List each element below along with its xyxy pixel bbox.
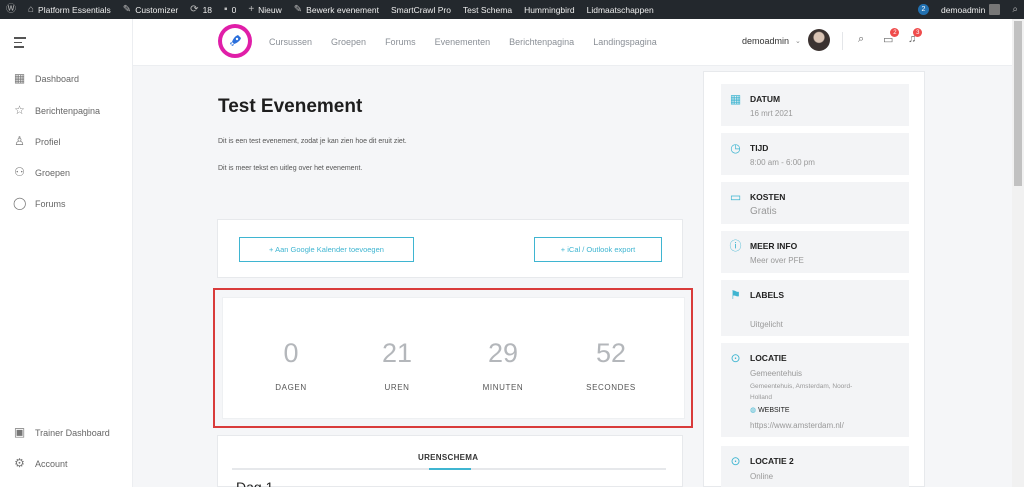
- scrollbar-thumb[interactable]: [1014, 21, 1022, 186]
- website-label: ◍ WEBSITE: [750, 407, 790, 414]
- user-icon: ♙: [14, 134, 25, 148]
- main-navigation: Cursussen Groepen Forums Evenementen Ber…: [269, 37, 657, 47]
- nav-evenementen[interactable]: Evenementen: [435, 37, 491, 47]
- countdown-days: 0 DAGEN: [275, 338, 307, 392]
- avatar: [989, 4, 1001, 15]
- sidebar-item-groepen[interactable]: ⚇ Groepen: [13, 166, 70, 179]
- globe-icon: ◍: [750, 407, 757, 414]
- home-icon: ⌂: [28, 3, 35, 15]
- bookmark-icon: ⚑: [730, 288, 741, 302]
- memberships-link[interactable]: Lidmaatschappen: [581, 0, 660, 19]
- updates-link[interactable]: ⟳ 18: [184, 0, 218, 19]
- user-menu[interactable]: demoadmin ⌄: [742, 36, 801, 46]
- header-divider: [842, 32, 843, 50]
- wordpress-icon: Ⓦ: [6, 3, 16, 15]
- customizer-link[interactable]: ✎ Customizer: [117, 0, 184, 19]
- tab-urenschema[interactable]: URENSCHEMA: [418, 453, 478, 462]
- sidebar-item-trainer-dashboard[interactable]: ▣ Trainer Dashboard: [13, 426, 110, 439]
- groups-icon: ⚇: [14, 165, 25, 179]
- calendar-export-card: + Aan Google Kalender toevoegen + iCal /…: [217, 219, 683, 278]
- nav-berichtenpagina[interactable]: Berichtenpagina: [509, 37, 574, 47]
- countdown-seconds: 52 SECONDES: [586, 338, 636, 392]
- sidebar-item-berichtenpagina[interactable]: ☆ Berichtenpagina: [13, 104, 100, 117]
- countdown-minutes: 29 MINUTEN: [482, 338, 524, 392]
- sidebar-item-forums[interactable]: ◯ Forums: [13, 197, 66, 210]
- detail-meer-info: ⓘ MEER INFO Meer over PFE: [721, 231, 909, 273]
- admin-search-button[interactable]: ⌕: [1006, 0, 1024, 19]
- dashboard-icon: ▦: [13, 71, 26, 85]
- countdown-highlight: 0 DAGEN 21 UREN 29 MINUTEN 52 SECONDES: [213, 288, 693, 428]
- account-menu[interactable]: demoadmin: [935, 0, 1006, 19]
- brush-icon: ✎: [122, 3, 132, 15]
- detail-kosten: ▭ KOSTEN Gratis: [721, 182, 909, 224]
- detail-locatie: ⊙ LOCATIE Gemeentehuis Gemeentehuis, Ams…: [721, 343, 909, 437]
- wallet-icon: ▭: [729, 190, 742, 204]
- ical-export-button[interactable]: + iCal / Outlook export: [534, 237, 662, 262]
- countdown-timer: 0 DAGEN 21 UREN 29 MINUTEN 52 SECONDES: [222, 297, 685, 419]
- nav-landingspagina[interactable]: Landingspagina: [593, 37, 657, 47]
- smartcrawl-link[interactable]: SmartCrawl Pro: [385, 0, 457, 19]
- detail-tijd: ◷ TIJD 8:00 am - 6:00 pm: [721, 133, 909, 175]
- test-schema-link[interactable]: Test Schema: [457, 0, 518, 19]
- site-name-link[interactable]: ⌂ Platform Essentials: [22, 0, 117, 19]
- google-calendar-button[interactable]: + Aan Google Kalender toevoegen: [239, 237, 414, 262]
- event-details-panel: ▦ DATUM 16 mrt 2021 ◷ TIJD 8:00 am - 6:0…: [703, 71, 925, 487]
- rocket-icon: [222, 28, 248, 54]
- active-tab-indicator: [429, 468, 471, 470]
- comments-link[interactable]: ▪ 0: [218, 0, 242, 19]
- map-pin-icon: ⊙: [730, 351, 741, 365]
- detail-datum: ▦ DATUM 16 mrt 2021: [721, 84, 909, 126]
- avatar[interactable]: [808, 29, 830, 51]
- sidebar-item-dashboard[interactable]: ▦ Dashboard: [13, 72, 79, 85]
- nav-forums[interactable]: Forums: [385, 37, 416, 47]
- clock-icon: ◷: [730, 141, 741, 155]
- detail-labels: ⚑ LABELS Uitgelicht: [721, 280, 909, 336]
- schedule-card: URENSCHEMA Dag 1: [217, 435, 683, 487]
- meer-info-link[interactable]: Meer over PFE: [750, 256, 804, 265]
- forum-icon: ◯: [13, 196, 27, 210]
- gear-icon: ⚙: [14, 456, 25, 470]
- page-scrollbar[interactable]: [1012, 19, 1024, 487]
- site-logo[interactable]: [218, 24, 252, 58]
- event-description-1: Dit is een test evenement, zodat je kan …: [218, 138, 407, 145]
- comment-icon: ▪: [224, 3, 228, 15]
- sidebar: ▦ Dashboard ☆ Berichtenpagina ♙ Profiel ⚇ Gr…: [0, 19, 133, 487]
- wordpress-logo[interactable]: Ⓦ: [0, 0, 22, 19]
- event-description-2: Dit is meer tekst en uitleg over het eve…: [218, 165, 363, 172]
- hummingbird-link[interactable]: Hummingbird: [518, 0, 581, 19]
- notification-badge[interactable]: 2: [912, 0, 935, 19]
- countdown-hours: 21 UREN: [381, 338, 413, 392]
- detail-locatie-2: ⊙ LOCATIE 2 Online: [721, 446, 909, 487]
- star-icon: ☆: [14, 103, 25, 117]
- sidebar-item-account[interactable]: ⚙ Account: [13, 456, 67, 470]
- new-content-link[interactable]: + Nieuw: [242, 0, 287, 19]
- schedule-day-title: Dag 1: [236, 479, 274, 487]
- notifications-badge: 3: [913, 28, 923, 37]
- search-icon: ⌕: [1012, 3, 1018, 15]
- plus-icon: +: [248, 3, 255, 15]
- nav-cursussen[interactable]: Cursussen: [269, 37, 312, 47]
- messages-badge: 2: [890, 28, 900, 37]
- event-title: Test Evenement: [218, 96, 363, 117]
- calendar-icon: ▦: [729, 92, 742, 106]
- trainer-icon: ▣: [13, 425, 26, 439]
- sidebar-item-profiel[interactable]: ♙ Profiel: [13, 134, 60, 148]
- edit-event-link[interactable]: ✎ Bewerk evenement: [288, 0, 385, 19]
- inbox-icon[interactable]: ▭ 2: [883, 28, 900, 46]
- info-icon: ⓘ: [729, 239, 742, 253]
- site-header: Cursussen Groepen Forums Evenementen Ber…: [133, 19, 1024, 66]
- website-link[interactable]: https://www.amsterdam.nl/: [750, 421, 844, 430]
- chevron-down-icon: ⌄: [795, 38, 801, 45]
- nav-groepen[interactable]: Groepen: [331, 37, 366, 47]
- search-icon[interactable]: ⌕: [858, 33, 864, 46]
- pencil-icon: ✎: [293, 3, 303, 15]
- menu-toggle-icon[interactable]: [14, 37, 26, 51]
- bell-icon[interactable]: ♫ 3: [908, 28, 923, 45]
- refresh-icon: ⟳: [190, 3, 199, 15]
- map-pin-icon: ⊙: [730, 454, 741, 468]
- admin-bar: Ⓦ ⌂ Platform Essentials ✎ Customizer ⟳ 18 ▪…: [0, 0, 1024, 19]
